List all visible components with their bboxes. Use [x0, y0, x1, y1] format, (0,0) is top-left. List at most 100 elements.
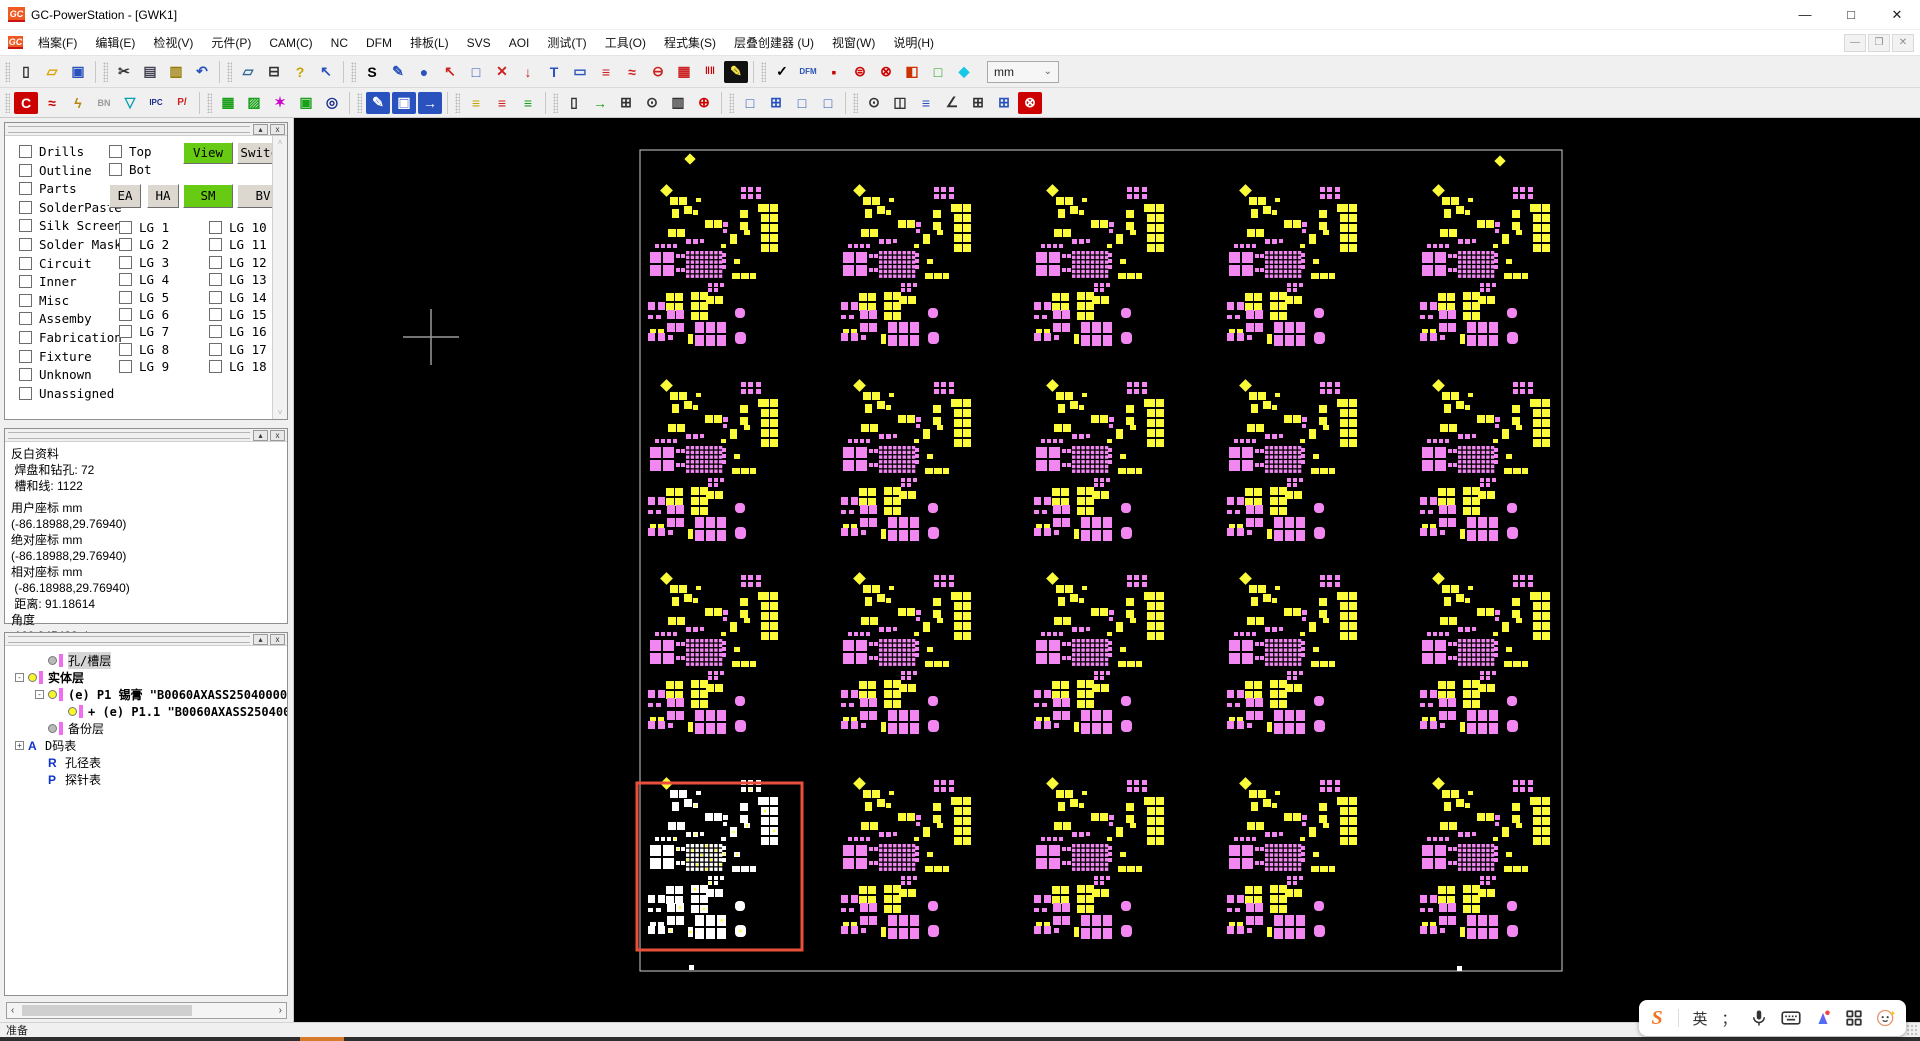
clock-2-icon[interactable]: ⊙: [862, 92, 886, 114]
what-is-this-icon[interactable]: ↖: [314, 61, 338, 83]
disk-op-icon[interactable]: ▦: [672, 61, 696, 83]
toolbar-grip[interactable]: [553, 92, 558, 113]
spark-check-icon[interactable]: ϟ: [66, 92, 90, 114]
clock-icon[interactable]: ⊙: [640, 92, 664, 114]
checkbox-assemby[interactable]: [19, 312, 32, 326]
print-preview-icon[interactable]: ▱: [236, 61, 260, 83]
panel-collapse-button[interactable]: ▴: [253, 633, 268, 645]
layer-compare-3-icon[interactable]: ≡: [516, 92, 540, 114]
menu-item-view[interactable]: 检视(V): [144, 30, 202, 55]
tree-panel-header[interactable]: ▴ x: [5, 633, 287, 646]
checkbox-solderpaste[interactable]: [19, 200, 32, 214]
add-grid-icon[interactable]: ⊞: [614, 92, 638, 114]
green-square-icon[interactable]: ▣: [294, 92, 318, 114]
unit-dropdown[interactable]: mm ⌄: [987, 60, 1059, 83]
cross-op-icon[interactable]: ✕: [490, 61, 514, 83]
checkbox-lg-7[interactable]: [119, 325, 132, 339]
view-button[interactable]: View: [183, 142, 233, 164]
barcode-icon[interactable]: ‖‖: [698, 61, 722, 83]
tree-item[interactable]: R 孔径表: [5, 754, 287, 771]
maximize-button[interactable]: □: [1828, 0, 1874, 29]
menu-item-stackup[interactable]: 层叠创建器 (U): [725, 30, 823, 55]
tree-item[interactable]: P 探针表: [5, 771, 287, 788]
checkbox-outline[interactable]: [19, 163, 32, 177]
checkbox-unassigned[interactable]: [19, 386, 32, 400]
dfm-check-icon[interactable]: DFM: [796, 61, 820, 83]
punctuation-indicator[interactable]: ；: [1721, 1008, 1737, 1029]
menu-item-edit[interactable]: 编辑(E): [86, 30, 144, 55]
checkbox-lg-6[interactable]: [119, 308, 132, 321]
layers-panel-header[interactable]: ▴ x: [5, 123, 287, 136]
columns-icon[interactable]: ◫: [888, 92, 912, 114]
mdi-minimize-button[interactable]: —: [1844, 33, 1866, 52]
p-slash-icon[interactable]: P/: [170, 92, 194, 114]
mdi-restore-button[interactable]: ❐: [1868, 33, 1890, 52]
checkbox-circuit[interactable]: [19, 256, 32, 270]
checkbox-lg-18[interactable]: [209, 360, 222, 374]
skin-icon[interactable]: [1814, 1009, 1832, 1027]
lang-indicator[interactable]: 英: [1692, 1008, 1708, 1029]
select-frame-1-icon[interactable]: □: [738, 92, 762, 114]
layer-compare-1-icon[interactable]: ≡: [464, 92, 488, 114]
checkbox-lg-8[interactable]: [119, 342, 132, 356]
rect-tool-icon[interactable]: ▭: [568, 61, 592, 83]
tree-item[interactable]: - (e) P1 锡膏 "B0060AXASS250400005: [5, 686, 287, 703]
menu-item-tools[interactable]: 工具(O): [596, 30, 655, 55]
toolbar-grip[interactable]: [357, 92, 362, 113]
tree-item[interactable]: 孔/槽层: [5, 652, 287, 669]
microphone-icon[interactable]: [1750, 1009, 1768, 1027]
check-icon[interactable]: ✓: [770, 61, 794, 83]
menu-item-windowm[interactable]: 视窗(W): [823, 30, 884, 55]
s-curve-icon[interactable]: ≈: [620, 61, 644, 83]
checkbox-parts[interactable]: [19, 182, 32, 196]
print-icon[interactable]: ⊟: [262, 61, 286, 83]
red-layers-icon[interactable]: ⊜: [848, 61, 872, 83]
arrow-box-icon[interactable]: →: [418, 91, 442, 114]
checkbox-inner[interactable]: [19, 275, 32, 289]
keyboard-icon[interactable]: [1781, 1009, 1801, 1027]
circle-op-icon[interactable]: ⊖: [646, 61, 670, 83]
checkbox-fixture[interactable]: [19, 349, 32, 363]
undo-icon[interactable]: ↶: [190, 61, 214, 83]
help-icon[interactable]: ?: [288, 61, 312, 83]
checkbox-drills[interactable]: [19, 145, 32, 158]
paste-icon[interactable]: ▥: [164, 61, 188, 83]
checkbox-silk-screen[interactable]: [19, 219, 32, 233]
panel-grab-handle[interactable]: [8, 635, 250, 643]
green-frame-icon[interactable]: □: [926, 61, 950, 83]
box-red-core-icon[interactable]: ▣: [392, 91, 416, 114]
new-file-icon[interactable]: ▯: [14, 61, 38, 83]
red-plus-icon[interactable]: ▪: [822, 61, 846, 83]
cam-c-icon[interactable]: C: [14, 91, 38, 114]
panel-close-button[interactable]: x: [270, 123, 285, 135]
red-green-square-icon[interactable]: ◧: [900, 61, 924, 83]
collapse-icon[interactable]: -: [35, 690, 44, 699]
menu-item-help[interactable]: 说明(H): [884, 30, 943, 55]
checkbox-lg-16[interactable]: [209, 325, 222, 339]
toolbar-grip[interactable]: [351, 61, 356, 82]
checkbox-lg-4[interactable]: [119, 273, 132, 287]
menu-item-dfm[interactable]: DFM: [357, 32, 401, 54]
panel-collapse-button[interactable]: ▴: [253, 429, 268, 441]
info-panel-header[interactable]: ▴ x: [5, 429, 287, 442]
save-file-icon[interactable]: ▣: [66, 61, 90, 83]
panel-close-button[interactable]: x: [270, 633, 285, 645]
stack-lines-icon[interactable]: ≡: [594, 61, 618, 83]
toolbar-grip[interactable]: [207, 92, 212, 113]
add-red-icon[interactable]: ⊕: [692, 92, 716, 114]
drop-point-icon[interactable]: ↓: [516, 61, 540, 83]
checkbox-lg-3[interactable]: [119, 255, 132, 269]
pcb-canvas[interactable]: [294, 118, 1920, 1022]
ea-button[interactable]: EA: [109, 184, 141, 208]
ipc-netlist-icon[interactable]: IPC: [144, 92, 168, 114]
toolbar-grip[interactable]: [761, 61, 766, 82]
ha-button[interactable]: HA: [147, 184, 179, 208]
select-frame-3-icon[interactable]: □: [790, 92, 814, 114]
resize-grip[interactable]: [1906, 1024, 1918, 1036]
panel-grab-handle[interactable]: [8, 125, 250, 133]
draw-in-box-icon[interactable]: ✎: [366, 91, 390, 114]
stop-red-icon[interactable]: ⊗: [1018, 91, 1042, 114]
checkbox-lg-11[interactable]: [209, 238, 222, 252]
toolbar-grip[interactable]: [5, 61, 10, 82]
panel-collapse-button[interactable]: ▴: [253, 123, 268, 135]
